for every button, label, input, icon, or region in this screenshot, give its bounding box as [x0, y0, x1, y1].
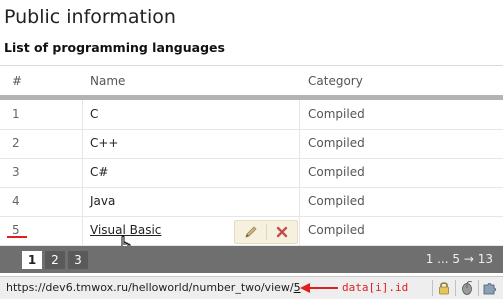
table-row[interactable]: 2 C++ Compiled — [0, 129, 503, 159]
section-title: List of programming languages — [4, 40, 225, 55]
column-divider — [299, 129, 300, 158]
column-divider — [82, 129, 83, 158]
column-header-number: # — [12, 74, 23, 88]
row-number: 1 — [12, 107, 20, 121]
table-row[interactable]: 3 C# Compiled — [0, 158, 503, 188]
row-category: Compiled — [308, 165, 365, 179]
column-divider — [82, 216, 83, 245]
lock-icon[interactable] — [436, 280, 452, 296]
pagination-summary: 1 ... 5 → 13 — [425, 252, 493, 266]
table-row[interactable]: 4 Java Compiled — [0, 187, 503, 217]
mouse-icon[interactable] — [459, 280, 475, 296]
annotation-arrow-icon — [300, 283, 338, 293]
table-row[interactable]: 1 C Compiled — [0, 100, 503, 130]
row-name[interactable]: C — [90, 100, 98, 129]
puzzle-icon[interactable] — [482, 280, 498, 296]
row-category: Compiled — [308, 107, 365, 121]
column-divider — [299, 100, 300, 129]
annotation-label: data[i].id — [342, 281, 409, 294]
table-row-hovered[interactable]: 5 Visual Basic Compiled — [0, 216, 503, 246]
row-name[interactable]: Java — [90, 187, 115, 216]
row-number: 2 — [12, 136, 20, 150]
row-number: 3 — [12, 165, 20, 179]
x-icon — [276, 226, 287, 237]
column-divider — [299, 216, 300, 245]
table-header: # Name Category — [0, 66, 503, 95]
divider — [432, 280, 433, 296]
row-category: Compiled — [308, 194, 365, 208]
browser-status-bar: https://dev6.tmwox.ru/helloworld/number_… — [0, 276, 503, 299]
edit-button[interactable] — [235, 221, 266, 243]
row-number: 5 — [12, 223, 20, 237]
row-name[interactable]: C# — [90, 158, 108, 187]
column-divider — [82, 158, 83, 187]
row-highlight-marker — [7, 236, 27, 238]
column-divider — [82, 187, 83, 216]
row-actions — [234, 220, 298, 244]
row-category: Compiled — [308, 136, 365, 150]
divider — [455, 280, 456, 296]
column-header-category[interactable]: Category — [308, 74, 363, 88]
status-url: https://dev6.tmwox.ru/helloworld/number_… — [6, 281, 301, 294]
page-button-1[interactable]: 1 — [22, 251, 42, 269]
status-url-prefix: https://dev6.tmwox.ru/helloworld/number_… — [6, 281, 294, 294]
row-name[interactable]: C++ — [90, 129, 119, 158]
page-button-3[interactable]: 3 — [68, 251, 88, 269]
page-title: Public information — [4, 6, 176, 28]
column-divider — [299, 187, 300, 216]
divider — [478, 280, 479, 296]
pencil-icon — [244, 225, 257, 238]
column-header-name[interactable]: Name — [90, 74, 125, 88]
row-category: Compiled — [308, 223, 365, 237]
column-divider — [299, 158, 300, 187]
row-number: 4 — [12, 194, 20, 208]
column-divider — [82, 100, 83, 129]
pagination-bar: 1 2 3 1 ... 5 → 13 — [0, 246, 503, 273]
delete-button[interactable] — [266, 221, 297, 243]
page-button-2[interactable]: 2 — [45, 251, 65, 269]
